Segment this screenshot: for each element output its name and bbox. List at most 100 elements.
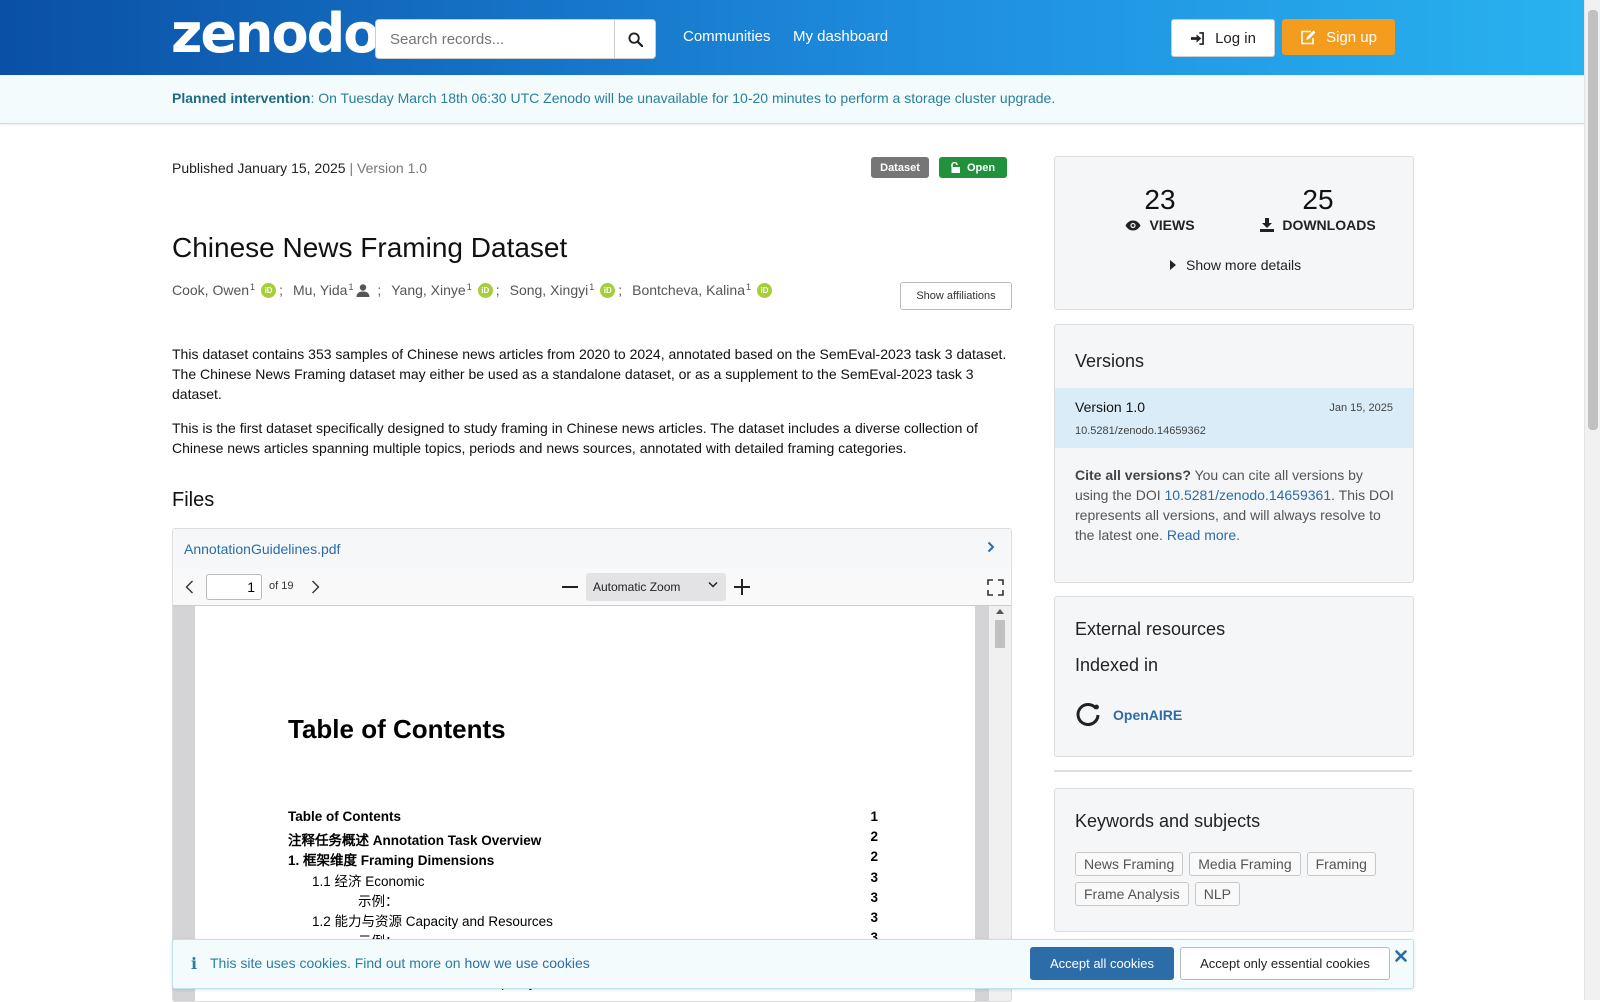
banner-message: : On Tuesday March 18th 06:30 UTC Zenodo…	[310, 90, 1056, 106]
version-name: Version 1.0	[1075, 399, 1146, 415]
keyword-tag[interactable]: Framing	[1306, 852, 1376, 876]
resource-type-badge: Dataset	[871, 157, 929, 178]
orcid-icon[interactable]: iD	[261, 282, 277, 298]
search-box	[375, 19, 656, 59]
sign-in-icon	[1191, 31, 1204, 45]
toc-label: 注释任务概述 Annotation Task Overview	[288, 833, 542, 849]
author-item[interactable]: Cook, Owen 1 iD	[172, 282, 277, 298]
keywords-heading: Keywords and subjects	[1075, 811, 1261, 831]
orcid-icon[interactable]: iD	[600, 282, 616, 298]
file-name-link[interactable]: AnnotationGuidelines.pdf	[184, 541, 340, 557]
author-name: Bontcheva, Kalina	[632, 282, 745, 298]
file-header[interactable]: AnnotationGuidelines.pdf	[173, 529, 1011, 570]
affiliation-number: 1	[589, 282, 595, 292]
banner-title: Planned intervention	[172, 90, 311, 106]
author-item[interactable]: Yang, Xinye 1 iD	[391, 282, 493, 298]
cookie-policy-link[interactable]: how we use cookies	[464, 955, 589, 971]
orcid-icon[interactable]: iD	[477, 282, 493, 298]
toc-page-number: 3	[870, 910, 878, 925]
page-scroll-thumb[interactable]	[1588, 10, 1598, 430]
previous-page-icon[interactable]	[185, 580, 194, 594]
toc-label: Table of Contents	[288, 809, 401, 824]
toc-page-number: 2	[870, 829, 878, 845]
author-item[interactable]: Bontcheva, Kalina 1 iD	[632, 282, 772, 298]
author-name: Song, Xingyi	[509, 282, 589, 298]
signup-button[interactable]: Sign up	[1282, 19, 1395, 55]
pdf-scroll-thumb[interactable]	[995, 620, 1005, 648]
zoom-select[interactable]: Automatic Zoom	[586, 573, 726, 601]
toc-label: 1. 框架维度 Framing Dimensions	[288, 853, 495, 869]
sidebar-divider	[1054, 770, 1412, 772]
record-title: Chinese News Framing Dataset	[172, 232, 568, 263]
author-list: Cook, Owen 1 iD; Mu, Yida 1 ; Yang, Xinye 1 i…	[172, 282, 772, 298]
show-more-details-toggle[interactable]: Show more details	[1170, 257, 1301, 273]
cookie-banner: i This site uses cookies. Find out more …	[172, 939, 1414, 989]
keyword-tag[interactable]: NLP	[1194, 882, 1240, 906]
edit-icon	[1301, 30, 1316, 44]
cookie-message: This site uses cookies. Find out more on	[210, 955, 465, 971]
downloads-count: 25	[1302, 184, 1334, 215]
toc-row[interactable]: 1. 框架维度 Framing Dimensions 2	[288, 849, 878, 869]
openaire-label: OpenAIRE	[1113, 707, 1183, 723]
show-affiliations-button[interactable]: Show affiliations	[900, 282, 1012, 310]
toc-label: 1.2 能力与资源 Capacity and Resources	[312, 914, 553, 929]
zoom-in-icon[interactable]	[734, 579, 750, 595]
keyword-list: News Framing Media Framing Framing Frame An…	[1075, 852, 1395, 912]
toc-row[interactable]: 1.2 能力与资源 Capacity and Resources 3	[312, 910, 878, 930]
toc-page-number: 3	[870, 869, 878, 885]
accept-essential-cookies-button[interactable]: Accept only essential cookies	[1180, 947, 1390, 980]
maintenance-banner: Planned intervention: On Tuesday March 1…	[0, 75, 1584, 124]
openaire-link[interactable]: OpenAIRE	[1075, 702, 1182, 728]
views-label: VIEWS	[1149, 217, 1195, 233]
toc-row[interactable]: 注释任务概述 Annotation Task Overview 2	[288, 829, 878, 849]
banner-text: Planned intervention: On Tuesday March 1…	[172, 90, 1055, 106]
fullscreen-icon[interactable]	[987, 579, 1004, 596]
keyword-tag[interactable]: Frame Analysis	[1075, 882, 1189, 906]
version-date: Jan 15, 2025	[1329, 402, 1393, 414]
accept-all-cookies-button[interactable]: Accept all cookies	[1030, 947, 1174, 980]
toc-row[interactable]: Table of Contents 1	[288, 809, 878, 824]
concept-doi-link[interactable]: 10.5281/zenodo.14659361	[1165, 487, 1332, 503]
read-more-link[interactable]: Read more.	[1167, 527, 1240, 543]
nav-my-dashboard[interactable]: My dashboard	[793, 28, 888, 45]
author-name: Mu, Yida	[292, 282, 348, 298]
login-button[interactable]: Log in	[1171, 19, 1275, 57]
pdf-toolbar: 1 of 19 Automatic Zoom	[173, 569, 1011, 606]
eye-icon	[1125, 220, 1141, 230]
author-item[interactable]: Mu, Yida 1	[293, 282, 371, 298]
nav-communities[interactable]: Communities	[683, 28, 771, 45]
next-page-icon[interactable]	[311, 580, 320, 594]
openaire-icon	[1076, 703, 1100, 727]
chevron-right-icon[interactable]	[987, 541, 995, 553]
access-label: Open	[966, 161, 996, 174]
scroll-up-icon[interactable]	[996, 608, 1004, 614]
search-button[interactable]	[614, 20, 655, 58]
version-item[interactable]: Version 1.0 Jan 15, 2025 10.5281/zenodo.…	[1055, 388, 1413, 448]
author-name: Yang, Xinye	[391, 282, 466, 298]
page-count: of 19	[269, 580, 294, 592]
page-scrollbar[interactable]	[1584, 0, 1600, 1000]
orcid-icon[interactable]: iD	[757, 282, 772, 298]
keyword-tag[interactable]: Media Framing	[1189, 852, 1301, 876]
page-number-input[interactable]: 1	[206, 574, 262, 600]
toc-label: 1.1 经济 Economic	[312, 873, 425, 889]
file-preview-panel: AnnotationGuidelines.pdf 1 of 19 Automat…	[172, 528, 1012, 1002]
publication-info: Published January 15, 2025 | Version 1.0	[172, 160, 427, 176]
record-version: Version 1.0	[357, 160, 428, 176]
zoom-out-icon[interactable]	[562, 586, 578, 588]
chevron-down-icon	[708, 581, 718, 588]
search-input[interactable]	[376, 20, 620, 58]
toc-row[interactable]: 1.1 经济 Economic 3	[312, 870, 878, 890]
caret-right-icon	[1170, 260, 1176, 270]
toc-row[interactable]: 示例： 3	[358, 890, 878, 910]
show-more-label: Show more details	[1186, 257, 1302, 273]
version-doi: 10.5281/zenodo.14659362	[1075, 425, 1206, 437]
zenodo-logo[interactable]: zenodo	[171, 4, 380, 64]
version-separator: |	[345, 160, 357, 176]
published-date: Published January 15, 2025	[172, 160, 346, 176]
toc-page-number: 1	[870, 809, 878, 824]
keyword-tag[interactable]: News Framing	[1075, 852, 1184, 876]
toc-page-number: 3	[870, 889, 878, 905]
author-item[interactable]: Song, Xingyi 1 iD	[510, 282, 616, 298]
close-icon[interactable]	[1395, 950, 1407, 962]
